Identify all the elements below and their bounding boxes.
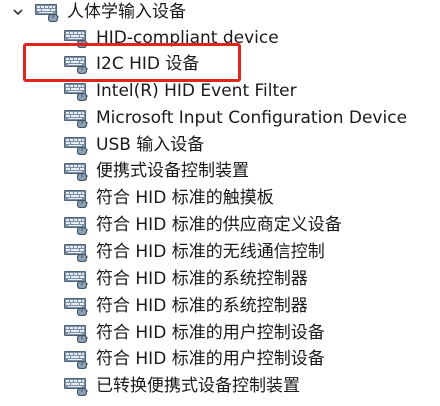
tree-item[interactable]: 符合 HID 标准的用户控制设备: [63, 320, 325, 346]
tree-item-label: 已转换便携式设备控制装置: [96, 376, 300, 396]
chevron-down-icon[interactable]: [10, 4, 26, 20]
hid-device-icon: [63, 322, 89, 344]
tree-item-label: 符合 HID 标准的触摸板: [96, 188, 274, 208]
tree-item[interactable]: USB 输入设备: [63, 132, 204, 158]
tree-item[interactable]: 已转换便携式设备控制装置: [63, 373, 300, 399]
tree-item[interactable]: Microsoft Input Configuration Device: [63, 105, 407, 131]
tree-item-label: 符合 HID 标准的系统控制器: [96, 296, 308, 316]
hid-device-icon: [63, 348, 89, 370]
tree-item[interactable]: 符合 HID 标准的用户控制设备: [63, 346, 325, 372]
tree-item[interactable]: I2C HID 设备: [63, 51, 199, 77]
tree-item[interactable]: 符合 HID 标准的触摸板: [63, 185, 274, 211]
hid-device-icon: [63, 187, 89, 209]
hid-device-icon: [63, 53, 89, 75]
tree-item-label: 符合 HID 标准的系统控制器: [96, 269, 308, 289]
tree-item[interactable]: 符合 HID 标准的系统控制器: [63, 293, 308, 319]
hid-device-icon: [63, 27, 89, 49]
hid-device-icon: [63, 375, 89, 397]
hid-device-icon: [34, 1, 60, 23]
tree-item-label: 符合 HID 标准的用户控制设备: [96, 349, 325, 369]
tree-item-label: Microsoft Input Configuration Device: [96, 108, 408, 128]
tree-item[interactable]: Intel(R) HID Event Filter: [63, 78, 297, 104]
tree-item-label: USB 输入设备: [96, 135, 205, 155]
hid-device-icon: [63, 80, 89, 102]
tree-item-label: 符合 HID 标准的供应商定义设备: [96, 215, 342, 235]
tree-item[interactable]: 符合 HID 标准的系统控制器: [63, 266, 308, 292]
hid-device-icon: [63, 295, 89, 317]
hid-device-icon: [63, 107, 89, 129]
hid-device-icon: [63, 268, 89, 290]
hid-device-icon: [63, 134, 89, 156]
tree-item-label: 符合 HID 标准的用户控制设备: [96, 323, 325, 343]
hid-device-icon: [63, 160, 89, 182]
hid-device-icon: [63, 214, 89, 236]
tree-item-label: Intel(R) HID Event Filter: [96, 81, 297, 101]
category-label: 人体学输入设备: [67, 2, 186, 22]
tree-item-label: 便携式设备控制装置: [96, 161, 249, 181]
hid-device-icon: [63, 241, 89, 263]
tree-category-hid[interactable]: 人体学输入设备: [10, 0, 186, 25]
tree-item-label: HID-compliant device: [96, 28, 279, 48]
tree-item[interactable]: 符合 HID 标准的供应商定义设备: [63, 212, 342, 238]
tree-item-label: 符合 HID 标准的无线通信控制: [96, 242, 325, 262]
tree-item[interactable]: 便携式设备控制装置: [63, 158, 249, 184]
tree-item[interactable]: 符合 HID 标准的无线通信控制: [63, 239, 325, 265]
tree-item-label: I2C HID 设备: [96, 54, 200, 74]
tree-item[interactable]: HID-compliant device: [63, 25, 279, 51]
